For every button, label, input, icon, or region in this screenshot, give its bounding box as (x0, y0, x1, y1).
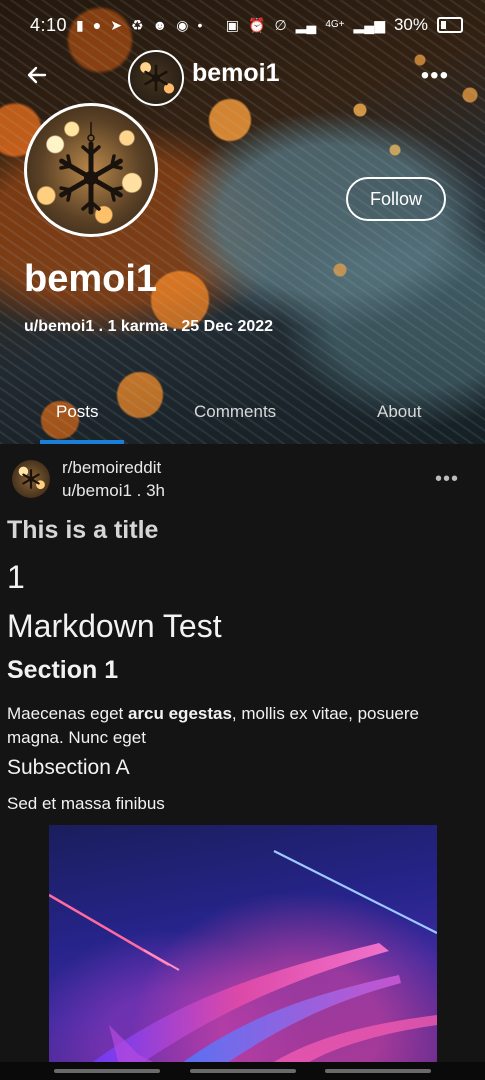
circle-icon: ◉ (176, 17, 189, 33)
markdown-paragraph: Maecenas eget arcu egestas, mollis ex vi… (7, 702, 477, 750)
post-image[interactable] (49, 825, 437, 1065)
battery-icon (437, 17, 463, 33)
markdown-heading-3: Subsection A (7, 756, 130, 779)
alarm-icon: ⏰ (248, 17, 266, 33)
back-arrow-icon (27, 66, 47, 84)
follow-button[interactable]: Follow (346, 177, 446, 221)
tab-posts[interactable]: Posts (56, 402, 99, 422)
mute-icon: ∅ (274, 17, 287, 33)
lock-icon: ▣ (225, 17, 239, 33)
header-username: bemoi1 (192, 59, 280, 87)
post-title: This is a title (7, 516, 159, 544)
nav-back-button[interactable] (325, 1069, 431, 1073)
snowflake-icon (144, 64, 168, 92)
abstract-neon-image (49, 850, 437, 1065)
nav-recents-button[interactable] (54, 1069, 160, 1073)
snowflake-icon (22, 469, 40, 489)
profile-banner: 4:10 ▮ ● ➤ ♻ ☻ ◉ • ▣ ⏰ ∅ ▂▄ 4G+ ▂▄▆ 30% (0, 0, 485, 444)
status-time: 4:10 (30, 14, 68, 35)
battery-percent: 30% (393, 15, 428, 34)
profile-tabs: Posts Comments About (0, 392, 485, 444)
paragraph-text-1: Maecenas eget (7, 704, 128, 723)
network-type: 4G+ (325, 19, 345, 30)
profile-display-name: bemoi1 (24, 258, 158, 300)
post-subreddit[interactable]: r/bemoireddit (62, 458, 161, 478)
profile-avatar (24, 103, 158, 237)
header-avatar (128, 50, 184, 106)
snowflake-ornament-icon (59, 122, 123, 215)
back-button[interactable] (20, 58, 54, 92)
person-icon: ☻ (152, 17, 168, 33)
markdown-paragraph-2: Sed et massa finibus (7, 794, 165, 813)
more-options-icon[interactable]: ••• (421, 62, 449, 90)
markdown-heading-number: 1 (7, 559, 25, 595)
post-more-icon[interactable]: ••• (435, 468, 459, 491)
post-author-time[interactable]: u/bemoi1 . 3h (62, 481, 165, 501)
dot-icon: • (197, 17, 203, 33)
tab-comments[interactable]: Comments (194, 402, 276, 422)
message-icon: ▮ (76, 17, 84, 33)
status-right: ▣ ⏰ ∅ ▂▄ 4G+ ▂▄▆ 30% (226, 15, 463, 35)
status-bar: 4:10 ▮ ● ➤ ♻ ☻ ◉ • ▣ ⏰ ∅ ▂▄ 4G+ ▂▄▆ 30% (0, 0, 485, 50)
nav-home-button[interactable] (190, 1069, 296, 1073)
paragraph-bold-text: arcu egestas (127, 704, 232, 723)
telegram-icon: ➤ (110, 17, 122, 33)
profile-meta: u/bemoi1 . 1 karma . 25 Dec 2022 (24, 318, 274, 335)
markdown-heading-2: Section 1 (7, 656, 119, 684)
tab-about[interactable]: About (377, 402, 421, 422)
post-avatar[interactable] (12, 460, 50, 498)
active-tab-indicator (40, 440, 124, 444)
signal-icon-2: ▂▄▆ (353, 17, 385, 33)
signal-icon: ▂▄ (295, 17, 317, 33)
recycle-icon: ♻ (130, 17, 144, 33)
profile-topbar: bemoi1 ••• (0, 50, 485, 106)
system-nav-bar (0, 1062, 485, 1080)
status-left: 4:10 ▮ ● ➤ ♻ ☻ ◉ • (30, 15, 202, 36)
mic-icon: ● (92, 17, 102, 33)
markdown-heading-1: Markdown Test (7, 608, 222, 644)
